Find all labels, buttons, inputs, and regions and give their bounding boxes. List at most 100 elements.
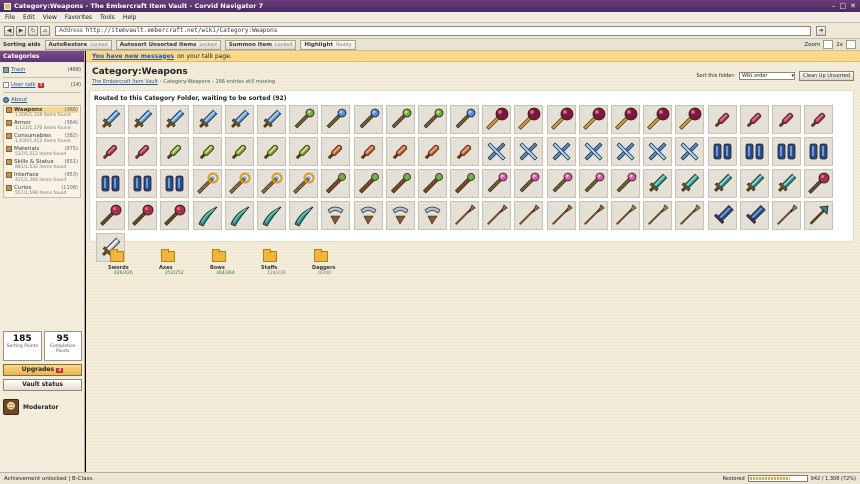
- sword-blue-icon[interactable]: [192, 105, 222, 134]
- dagger-green-icon[interactable]: [224, 137, 254, 166]
- staff-green-icon[interactable]: [353, 169, 383, 198]
- category-materials[interactable]: Materials (975) 537/1,512 items found: [4, 145, 80, 158]
- wand-green-icon[interactable]: [417, 105, 447, 134]
- bow-white-icon[interactable]: [385, 201, 415, 230]
- dagger-orange-icon[interactable]: [417, 137, 447, 166]
- crossed-blue-icon[interactable]: [514, 137, 544, 166]
- refresh-button[interactable]: ↻: [28, 25, 38, 36]
- spear-green-icon[interactable]: [611, 201, 640, 230]
- wand-pink-icon[interactable]: [611, 169, 640, 198]
- wand-blue-icon[interactable]: [450, 105, 480, 134]
- spear-green-icon[interactable]: [675, 201, 705, 230]
- wand-pink-icon[interactable]: [578, 169, 608, 198]
- category-skills-status[interactable]: Skills & Status (651) 881/1,532 items foun…: [4, 158, 80, 171]
- upgrades-button[interactable]: Upgrades 3: [3, 364, 82, 376]
- spear-orange-icon[interactable]: [578, 201, 608, 230]
- sword-blue-icon[interactable]: [128, 105, 158, 134]
- category-weapons[interactable]: Weapons (366) 1,006/1,358 items found: [4, 106, 80, 119]
- twin-blades-navy-icon[interactable]: [128, 169, 158, 198]
- crossed-blue-icon[interactable]: [611, 137, 640, 166]
- home-button[interactable]: ⌂: [40, 25, 50, 36]
- spear-orange-icon[interactable]: [514, 201, 544, 230]
- address-input[interactable]: http://itemvault.embercraft.net/wiki/Cat…: [86, 27, 277, 34]
- scimitar-teal-icon[interactable]: [256, 201, 286, 230]
- greatsword-navy-icon[interactable]: [739, 201, 769, 230]
- wand-pink-icon[interactable]: [482, 169, 512, 198]
- menu-tools[interactable]: Tools: [100, 14, 115, 21]
- zoom-in-button[interactable]: [846, 40, 856, 49]
- dagger-green-icon[interactable]: [192, 137, 222, 166]
- sword-blue-icon[interactable]: [160, 105, 190, 134]
- spear-thin-icon[interactable]: [771, 201, 801, 230]
- maximize-icon[interactable]: □: [840, 2, 847, 10]
- twin-blades-navy-icon[interactable]: [771, 137, 801, 166]
- category-consumables[interactable]: Consumables (382) 1,030/1,412 items found: [4, 132, 80, 145]
- sword-blue-icon[interactable]: [224, 105, 254, 134]
- dagger-orange-icon[interactable]: [385, 137, 415, 166]
- orb-staff-gold-icon[interactable]: [611, 105, 640, 134]
- breadcrumb-root-link[interactable]: The Embercraft Item Vault: [92, 79, 158, 85]
- trident-teal-icon[interactable]: [771, 169, 801, 198]
- bow-white-icon[interactable]: [353, 201, 383, 230]
- folder-axes[interactable]: Axes 252/252: [159, 249, 210, 276]
- twin-blades-navy-icon[interactable]: [707, 137, 737, 166]
- menu-file[interactable]: File: [5, 14, 15, 21]
- wand-pink-icon[interactable]: [546, 169, 576, 198]
- go-button[interactable]: ➜: [816, 25, 826, 36]
- mace-red-icon[interactable]: [804, 169, 834, 198]
- orb-staff-gold-icon[interactable]: [675, 105, 705, 134]
- dagger-red-icon[interactable]: [128, 137, 158, 166]
- dagger-orange-icon[interactable]: [321, 137, 351, 166]
- wand-green-icon[interactable]: [289, 105, 319, 134]
- scepter-gold-icon[interactable]: [224, 169, 254, 198]
- bow-white-icon[interactable]: [417, 201, 447, 230]
- spear-orange-icon[interactable]: [450, 201, 480, 230]
- crossed-blue-icon[interactable]: [482, 137, 512, 166]
- folder-bows[interactable]: Bows 364/364: [210, 249, 261, 276]
- scepter-gold-icon[interactable]: [289, 169, 319, 198]
- sort-select[interactable]: Wiki order ▾: [739, 72, 796, 80]
- vault-status-button[interactable]: Vault status: [3, 379, 82, 391]
- dagger-green-icon[interactable]: [289, 137, 319, 166]
- orb-staff-gold-icon[interactable]: [514, 105, 544, 134]
- trident-teal-icon[interactable]: [707, 169, 737, 198]
- dagger-red-icon[interactable]: [739, 105, 769, 134]
- dagger-red-icon[interactable]: [96, 137, 125, 166]
- trident-teal-icon[interactable]: [643, 169, 673, 198]
- menu-view[interactable]: View: [43, 14, 57, 21]
- folder-swords[interactable]: Swords 426/426: [108, 249, 159, 276]
- crossed-blue-icon[interactable]: [546, 137, 576, 166]
- bow-white-icon[interactable]: [321, 201, 351, 230]
- staff-green-icon[interactable]: [321, 169, 351, 198]
- dagger-orange-icon[interactable]: [353, 137, 383, 166]
- dagger-red-icon[interactable]: [804, 105, 834, 134]
- category-armor[interactable]: Armor (364) 1,122/1,176 items found: [4, 119, 80, 132]
- spear-green-icon[interactable]: [643, 201, 673, 230]
- wand-green-icon[interactable]: [385, 105, 415, 134]
- staff-green-icon[interactable]: [417, 169, 447, 198]
- orb-staff-gold-icon[interactable]: [643, 105, 673, 134]
- orb-staff-gold-icon[interactable]: [578, 105, 608, 134]
- axe-teal-icon[interactable]: [804, 201, 834, 230]
- spear-orange-icon[interactable]: [482, 201, 512, 230]
- dagger-orange-icon[interactable]: [450, 137, 480, 166]
- mace-red-icon[interactable]: [160, 201, 190, 230]
- scimitar-teal-icon[interactable]: [224, 201, 254, 230]
- category-curios[interactable]: Curios (1108) 557/1,596 items found: [4, 184, 80, 197]
- crossed-blue-icon[interactable]: [643, 137, 673, 166]
- crossed-blue-icon[interactable]: [578, 137, 608, 166]
- dagger-green-icon[interactable]: [160, 137, 190, 166]
- folder-daggers[interactable]: Daggers 0/240: [312, 249, 363, 276]
- scimitar-teal-icon[interactable]: [289, 201, 319, 230]
- dagger-red-icon[interactable]: [707, 105, 737, 134]
- forward-button[interactable]: ▶: [16, 25, 26, 36]
- back-button[interactable]: ◀: [4, 25, 14, 36]
- orb-staff-gold-icon[interactable]: [546, 105, 576, 134]
- autorestore-button[interactable]: AutoRestore Locked: [44, 39, 112, 50]
- sidebar-item-trash[interactable]: Trash (468): [0, 65, 84, 75]
- crossed-blue-icon[interactable]: [675, 137, 705, 166]
- spear-orange-icon[interactable]: [546, 201, 576, 230]
- folder-staffs[interactable]: Staffs 124/228: [261, 249, 312, 276]
- minimize-icon[interactable]: –: [832, 2, 836, 10]
- scimitar-teal-icon[interactable]: [192, 201, 222, 230]
